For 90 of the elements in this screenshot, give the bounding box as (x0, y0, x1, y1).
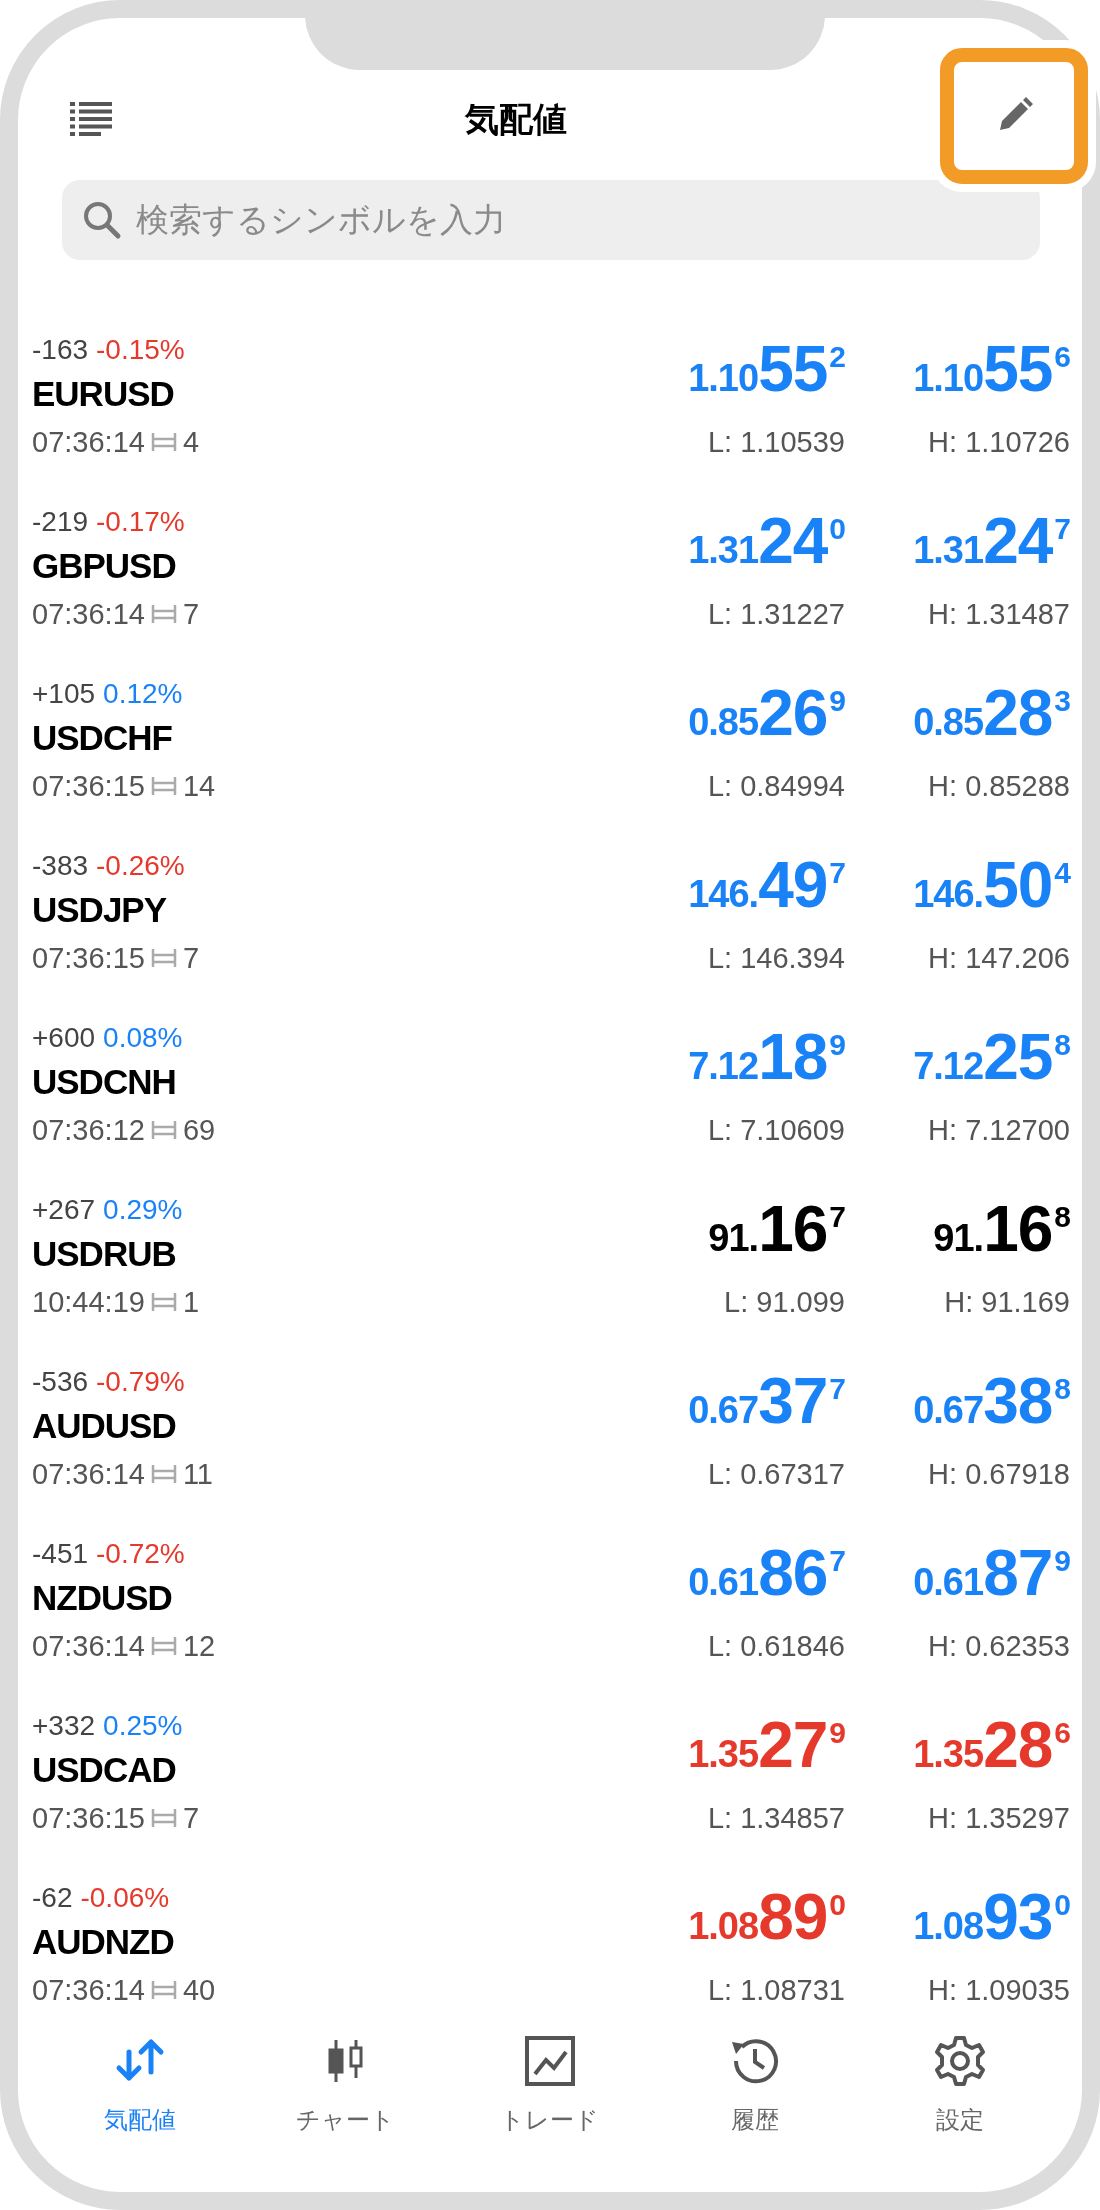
change-percent: -0.26% (96, 849, 185, 883)
spread-icon (150, 603, 177, 625)
change-percent: -0.15% (96, 333, 185, 367)
tab[interactable]: 気配値 (40, 2034, 241, 2192)
high-price: H: 147.206 (928, 941, 1070, 976)
list-icon[interactable] (70, 102, 112, 138)
symbol-name[interactable]: USDRUB (32, 1228, 545, 1280)
symbol-name[interactable]: USDCNH (32, 1056, 545, 1108)
settings-icon (932, 2034, 987, 2088)
tab[interactable]: 履歴 (654, 2034, 855, 2192)
spread-icon (150, 431, 177, 453)
high-price: H: 0.85288 (928, 769, 1070, 804)
spread-icon (150, 1291, 177, 1313)
spread-icon (150, 1979, 177, 2001)
line-chart-icon (523, 2034, 577, 2088)
quote-time: 07:36:14 (32, 1973, 145, 2008)
change-points: +600 (32, 1021, 96, 1055)
spread-value: 4 (182, 425, 200, 460)
low-price: L: 1.34857 (707, 1801, 845, 1836)
low-price: L: 1.10539 (707, 425, 845, 460)
quote-time: 07:36:15 (32, 941, 145, 976)
change-percent: -0.79% (96, 1365, 185, 1399)
change-points: +105 (32, 677, 96, 711)
symbol-name[interactable]: EURUSD (32, 368, 545, 420)
high-price: H: 91.169 (944, 1285, 1070, 1320)
symbol-name[interactable]: AUDNZD (32, 1916, 545, 1968)
spread-icon (150, 947, 177, 969)
change-points: +267 (32, 1193, 96, 1227)
high-price: H: 1.35297 (928, 1801, 1070, 1836)
spread-value: 69 (182, 1113, 216, 1148)
quote-time: 10:44:19 (32, 1285, 145, 1320)
quote-time: 07:36:12 (32, 1113, 145, 1148)
high-price: H: 0.62353 (928, 1629, 1070, 1664)
change-percent: 0.12% (103, 677, 183, 711)
spread-value: 7 (182, 1801, 200, 1836)
quote-time: 07:36:14 (32, 425, 145, 460)
low-price: L: 91.099 (724, 1285, 845, 1320)
high-price: H: 0.67918 (928, 1457, 1070, 1492)
low-price: L: 146.394 (707, 941, 845, 976)
high-price: H: 1.09035 (928, 1973, 1070, 2008)
tab[interactable]: 設定 (859, 2034, 1060, 2192)
symbol-name[interactable]: USDCAD (32, 1744, 545, 1796)
low-price: L: 0.67317 (707, 1457, 845, 1492)
change-percent: -0.72% (96, 1537, 185, 1571)
spread-value: 7 (182, 597, 200, 632)
low-price: L: 1.08731 (707, 1973, 845, 2008)
change-points: -219 (32, 505, 89, 539)
spread-value: 1 (182, 1285, 200, 1320)
symbol-name[interactable]: NZDUSD (32, 1572, 545, 1624)
tab[interactable]: チャート (245, 2034, 446, 2192)
spread-value: 12 (182, 1629, 216, 1664)
low-price: L: 0.61846 (707, 1629, 845, 1664)
spread-icon (150, 1807, 177, 1829)
spread-icon (150, 1635, 177, 1657)
change-percent: 0.29% (103, 1193, 183, 1227)
high-price: H: 1.10726 (928, 425, 1070, 460)
symbol-name[interactable]: GBPUSD (32, 540, 545, 592)
change-percent: 0.08% (103, 1021, 183, 1055)
spread-icon (150, 1119, 177, 1141)
high-price: H: 7.12700 (928, 1113, 1070, 1148)
change-points: -163 (32, 333, 89, 367)
change-percent: -0.06% (80, 1881, 170, 1915)
symbol-name[interactable]: USDCHF (32, 712, 545, 764)
quote-time: 07:36:14 (32, 597, 145, 632)
quote-time: 07:36:14 (32, 1629, 145, 1664)
search-field[interactable]: 検索するシンボルを入力 (62, 180, 1040, 260)
spread-icon (150, 1463, 177, 1485)
low-price: L: 7.10609 (707, 1113, 845, 1148)
spread-value: 14 (182, 769, 216, 804)
spread-value: 11 (182, 1457, 213, 1492)
high-price: H: 1.31487 (928, 597, 1070, 632)
change-points: +332 (32, 1709, 96, 1743)
change-percent: -0.17% (96, 505, 185, 539)
change-points: -451 (32, 1537, 89, 1571)
low-price: L: 0.84994 (707, 769, 845, 804)
low-price: L: 1.31227 (707, 597, 845, 632)
quote-time: 07:36:15 (32, 769, 145, 804)
screen-title: 気配値 (465, 99, 567, 140)
change-points: -383 (32, 849, 89, 883)
spread-value: 7 (182, 941, 200, 976)
change-points: -536 (32, 1365, 89, 1399)
quote-time: 07:36:14 (32, 1457, 145, 1492)
symbol-name[interactable]: AUDUSD (32, 1400, 545, 1452)
change-percent: 0.25% (103, 1709, 183, 1743)
quote-time: 07:36:15 (32, 1801, 145, 1836)
tab[interactable]: トレード (450, 2034, 650, 2192)
spread-icon (150, 775, 177, 797)
symbol-name[interactable]: USDJPY (32, 884, 545, 936)
spread-value: 40 (182, 1973, 216, 2008)
change-points: -62 (32, 1881, 73, 1915)
